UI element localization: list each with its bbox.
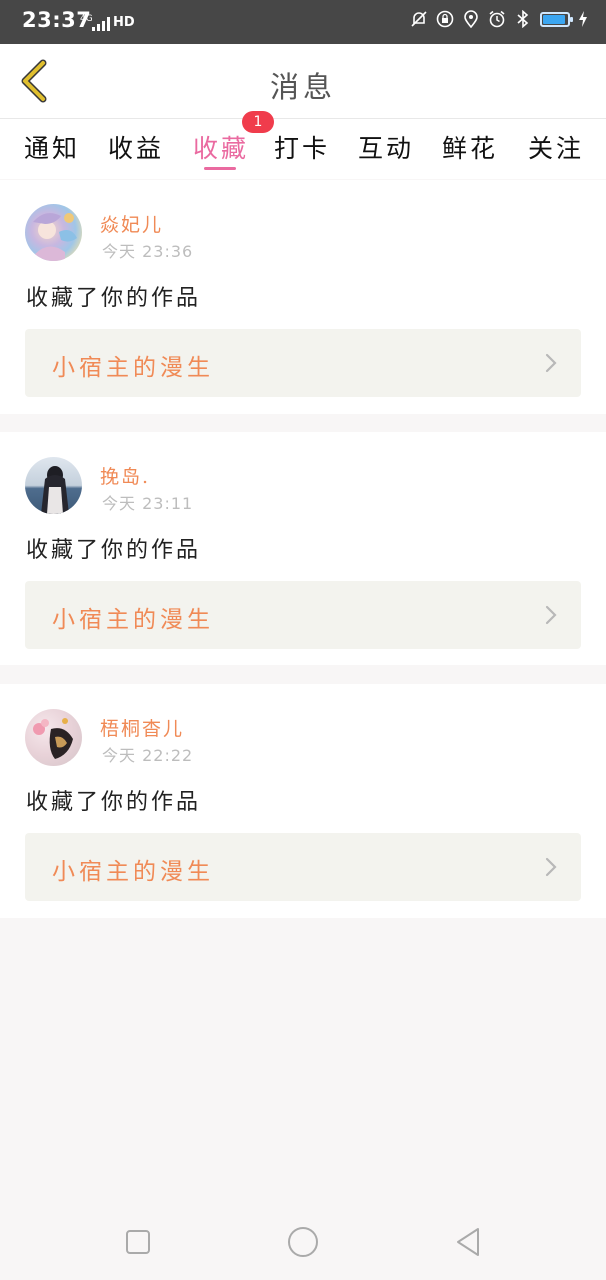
hd-indicator: HD bbox=[113, 15, 135, 30]
work-link[interactable]: 小宿主的漫生 bbox=[25, 833, 581, 901]
tab-follows[interactable]: 关注 bbox=[528, 129, 584, 165]
header: 消息 bbox=[0, 44, 606, 119]
username[interactable]: 焱妃儿 bbox=[100, 210, 163, 237]
home-icon bbox=[288, 1227, 318, 1257]
mute-icon bbox=[410, 10, 428, 28]
battery-level bbox=[543, 14, 565, 24]
work-title: 小宿主的漫生 bbox=[52, 859, 214, 885]
status-icons bbox=[410, 10, 588, 28]
username[interactable]: 挽岛. bbox=[100, 462, 150, 489]
tab-bar: 通知 收益 收藏 打卡 互动 鲜花 关注 1 bbox=[0, 111, 606, 179]
message-time: 今天 23:11 bbox=[102, 494, 194, 513]
tab-checkin[interactable]: 打卡 bbox=[274, 129, 330, 165]
chevron-right-icon bbox=[545, 857, 557, 877]
avatar-image bbox=[41, 466, 69, 514]
tab-earnings[interactable]: 收益 bbox=[108, 129, 164, 165]
chevron-right-icon bbox=[545, 605, 557, 625]
page-title: 消息 bbox=[269, 70, 336, 104]
message-card: 梧桐杳儿 今天 22:22 收藏了你的作品 小宿主的漫生 bbox=[0, 684, 606, 918]
work-link[interactable]: 小宿主的漫生 bbox=[25, 581, 581, 649]
active-tab-indicator bbox=[204, 167, 236, 170]
unread-badge: 1 bbox=[242, 111, 274, 133]
message-time: 今天 23:36 bbox=[102, 242, 194, 261]
work-title: 小宿主的漫生 bbox=[52, 607, 214, 633]
status-bar: 23:37 4G HD bbox=[0, 0, 606, 44]
action-text: 收藏了你的作品 bbox=[26, 538, 202, 563]
back-icon bbox=[457, 1228, 479, 1256]
home-button[interactable] bbox=[285, 1224, 321, 1260]
avatar[interactable] bbox=[25, 709, 82, 766]
avatar-image bbox=[33, 718, 73, 759]
alarm-icon bbox=[488, 10, 506, 28]
location-icon bbox=[462, 10, 480, 28]
message-card: 挽岛. 今天 23:11 收藏了你的作品 小宿主的漫生 bbox=[0, 432, 606, 665]
tab-interactions[interactable]: 互动 bbox=[358, 129, 414, 165]
nav-back-button[interactable] bbox=[450, 1224, 486, 1260]
battery-icon bbox=[540, 11, 573, 27]
work-link[interactable]: 小宿主的漫生 bbox=[25, 329, 581, 397]
avatar[interactable] bbox=[25, 204, 82, 261]
work-title: 小宿主的漫生 bbox=[52, 355, 214, 381]
message-card: 焱妃儿 今天 23:36 收藏了你的作品 小宿主的漫生 bbox=[0, 180, 606, 414]
tab-favorites[interactable]: 收藏 bbox=[193, 129, 249, 165]
action-text: 收藏了你的作品 bbox=[26, 790, 202, 815]
charging-icon bbox=[578, 10, 588, 28]
vpn-icon bbox=[436, 10, 454, 28]
chevron-right-icon bbox=[545, 353, 557, 373]
battery-tip bbox=[570, 16, 573, 22]
tab-flowers[interactable]: 鲜花 bbox=[442, 129, 498, 165]
signal-icon bbox=[92, 16, 110, 35]
tab-notifications[interactable]: 通知 bbox=[24, 129, 80, 165]
username[interactable]: 梧桐杳儿 bbox=[100, 714, 184, 741]
recent-apps-icon bbox=[126, 1230, 150, 1254]
message-time: 今天 22:22 bbox=[102, 746, 194, 765]
recent-apps-button[interactable] bbox=[120, 1224, 156, 1260]
system-nav-bar bbox=[0, 1200, 606, 1280]
avatar-image bbox=[33, 213, 77, 261]
avatar[interactable] bbox=[25, 457, 82, 514]
action-text: 收藏了你的作品 bbox=[26, 286, 202, 311]
network-type: 4G bbox=[80, 14, 93, 24]
bluetooth-icon bbox=[514, 10, 532, 28]
